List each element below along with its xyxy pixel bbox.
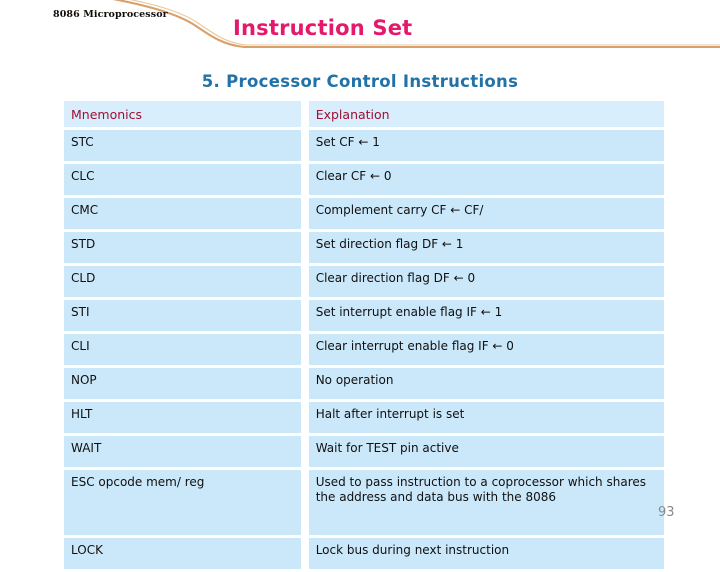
cell-explanation: Clear direction flag DF ← 0 [308,266,664,300]
table-body: STC Set CF ← 1 CLC Clear CF ← 0 CMC Complemen… [64,130,664,572]
cell-mnemonic: STI [64,300,309,334]
table-row: WAIT Wait for TEST pin active [64,436,664,470]
cell-explanation: Complement carry CF ← CF/ [308,198,664,232]
cell-explanation: No operation [308,368,664,402]
table-row: STD Set direction flag DF ← 1 [64,232,664,266]
cell-mnemonic: CMC [64,198,309,232]
slide-kicker-label: 8086 Microprocessor [53,9,168,20]
table-row: NOP No operation [64,368,664,402]
table-header-row: Mnemonics Explanation [64,101,664,130]
table-row: STI Set interrupt enable flag IF ← 1 [64,300,664,334]
cell-explanation: Clear interrupt enable flag IF ← 0 [308,334,664,368]
cell-explanation: Clear CF ← 0 [308,164,664,198]
page-number: 93 [658,505,675,520]
cell-mnemonic: CLC [64,164,309,198]
cell-explanation: Lock bus during next instruction [308,538,664,572]
table-row: STC Set CF ← 1 [64,130,664,164]
table-row: LOCK Lock bus during next instruction [64,538,664,572]
cell-mnemonic: CLI [64,334,309,368]
cell-mnemonic: STD [64,232,309,266]
cell-explanation: Set interrupt enable flag IF ← 1 [308,300,664,334]
table-row: CLD Clear direction flag DF ← 0 [64,266,664,300]
cell-mnemonic: ESC opcode mem/ reg [64,470,309,538]
cell-explanation: Set direction flag DF ← 1 [308,232,664,266]
cell-mnemonic: HLT [64,402,309,436]
section-subtitle: 5. Processor Control Instructions [201,72,519,91]
column-header-mnemonics: Mnemonics [64,101,309,130]
instruction-set-table: Mnemonics Explanation STC Set CF ← 1 CLC Cl… [64,101,664,572]
table-row: ESC opcode mem/ reg Used to pass instruct… [64,470,664,538]
table-row: CLC Clear CF ← 0 [64,164,664,198]
cell-explanation: Wait for TEST pin active [308,436,664,470]
table-row: HLT Halt after interrupt is set [64,402,664,436]
cell-mnemonic: CLD [64,266,309,300]
cell-explanation: Used to pass instruction to a coprocesso… [308,470,664,538]
table-row: CMC Complement carry CF ← CF/ [64,198,664,232]
column-header-explanation: Explanation [308,101,664,130]
page-title: Instruction Set [233,16,413,40]
table-row: CLI Clear interrupt enable flag IF ← 0 [64,334,664,368]
cell-mnemonic: LOCK [64,538,309,572]
cell-mnemonic: WAIT [64,436,309,470]
slide-header: 8086 Microprocessor Instruction Set [0,0,720,56]
table-head: Mnemonics Explanation [64,101,664,130]
cell-explanation: Halt after interrupt is set [308,402,664,436]
cell-mnemonic: STC [64,130,309,164]
cell-explanation: Set CF ← 1 [308,130,664,164]
cell-mnemonic: NOP [64,368,309,402]
